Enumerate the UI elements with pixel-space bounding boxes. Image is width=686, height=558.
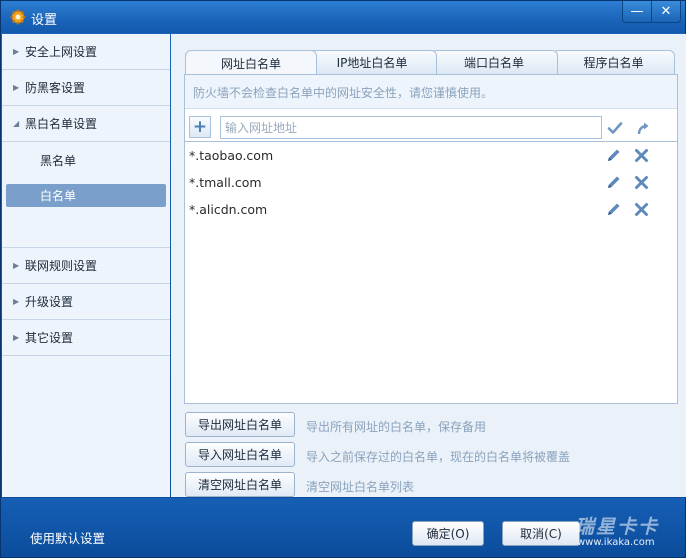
clear-whitelist-button[interactable]: 清空网址白名单 <box>185 472 295 497</box>
url-input[interactable] <box>220 116 602 139</box>
window-title: 设置 <box>31 13 58 28</box>
sidebar-item-other[interactable]: ▶ 其它设置 <box>2 320 170 356</box>
action-description: 导出所有网址的白名单，保存备用 <box>306 420 487 434</box>
tab-port-whitelist[interactable]: 端口白名单 <box>430 50 558 74</box>
tab-program-whitelist[interactable]: 程序白名单 <box>552 50 675 74</box>
close-button[interactable]: ✕ <box>651 1 681 23</box>
settings-window: 设置 — ✕ ▶ 安全上网设置 ▶ 防黑客设置 ◢ 黑白名单设置 黑名单 白名单… <box>0 0 686 558</box>
sidebar: ▶ 安全上网设置 ▶ 防黑客设置 ◢ 黑白名单设置 黑名单 白名单 ▶ 联网规则… <box>2 34 170 497</box>
ok-button[interactable]: 确定(O) <box>412 521 484 546</box>
export-whitelist-button[interactable]: 导出网址白名单 <box>185 412 295 437</box>
sidebar-item-anti-hacker[interactable]: ▶ 防黑客设置 <box>2 70 170 106</box>
url-entry: *.taobao.com <box>189 148 274 163</box>
url-entry: *.alicdn.com <box>189 202 268 217</box>
sidebar-item-label: 联网规则设置 <box>25 259 98 273</box>
whitelist-panel: 防火墙不会检查白名单中的网址安全性，请您谨慎使用。 + *.taobao.com <box>184 74 678 404</box>
action-description: 导入之前保存过的白名单，现在的白名单将被覆盖 <box>306 450 571 464</box>
tab-url-whitelist[interactable]: 网址白名单 <box>185 50 317 75</box>
sidebar-item-black-white-list[interactable]: ◢ 黑白名单设置 <box>2 106 170 142</box>
expand-arrow-icon: ▶ <box>13 83 20 92</box>
edit-pencil-icon[interactable] <box>605 201 622 218</box>
sidebar-subitem-blacklist[interactable]: 黑名单 <box>2 142 170 178</box>
expand-arrow-icon: ▶ <box>13 333 20 342</box>
edit-pencil-icon[interactable] <box>605 174 622 191</box>
watermark-logo: 瑞星卡卡 www.ikaka.com <box>569 512 679 552</box>
footer-bar: 使用默认设置 确定(O) 取消(C) 瑞星卡卡 www.ikaka.com <box>1 498 685 557</box>
url-entry: *.tmall.com <box>189 175 262 190</box>
sidebar-subitem-whitelist[interactable]: 白名单 <box>6 184 166 207</box>
expand-arrow-icon: ▶ <box>13 297 20 306</box>
sidebar-item-upgrade[interactable]: ▶ 升级设置 <box>2 284 170 320</box>
settings-gear-icon <box>10 9 26 25</box>
undo-arrow-icon[interactable] <box>634 119 652 137</box>
minimize-button[interactable]: — <box>622 1 652 23</box>
sidebar-item-label: 升级设置 <box>25 295 74 309</box>
import-whitelist-button[interactable]: 导入网址白名单 <box>185 442 295 467</box>
collapse-arrow-icon: ◢ <box>13 119 20 128</box>
sidebar-item-label: 黑白名单设置 <box>25 117 98 131</box>
delete-x-icon[interactable] <box>633 147 650 164</box>
expand-arrow-icon: ▶ <box>13 47 20 56</box>
watermark-text: 瑞星卡卡 <box>575 516 660 538</box>
warning-notice: 防火墙不会检查白名单中的网址安全性，请您谨慎使用。 <box>185 75 677 109</box>
sidebar-item-safe-browsing[interactable]: ▶ 安全上网设置 <box>2 34 170 70</box>
list-item[interactable]: *.alicdn.com <box>185 196 677 223</box>
add-url-bar: + <box>185 115 677 141</box>
list-item[interactable]: *.taobao.com <box>185 142 677 169</box>
list-item[interactable]: *.tmall.com <box>185 169 677 196</box>
tab-ip-whitelist[interactable]: IP地址白名单 <box>307 50 437 74</box>
watermark-url: www.ikaka.com <box>577 537 655 548</box>
title-bar[interactable]: 设置 — ✕ <box>1 1 685 33</box>
add-button[interactable]: + <box>189 116 211 138</box>
sidebar-item-label: 其它设置 <box>25 331 74 345</box>
use-default-settings-link[interactable]: 使用默认设置 <box>30 528 105 547</box>
content-panel: 程序白名单 端口白名单 IP地址白名单 网址白名单 防火墙不会检查白名单中的网址… <box>171 34 686 497</box>
delete-x-icon[interactable] <box>633 201 650 218</box>
sidebar-item-network-rules[interactable]: ▶ 联网规则设置 <box>2 248 170 284</box>
action-description: 清空网址白名单列表 <box>306 480 415 494</box>
sidebar-item-label: 安全上网设置 <box>25 45 98 59</box>
expand-arrow-icon: ▶ <box>13 261 20 270</box>
checkmark-icon[interactable] <box>606 119 624 137</box>
sidebar-item-label: 防黑客设置 <box>25 81 86 95</box>
edit-pencil-icon[interactable] <box>605 147 622 164</box>
sidebar-spacer <box>2 214 170 248</box>
tab-bar: 程序白名单 端口白名单 IP地址白名单 网址白名单 <box>185 50 675 75</box>
url-list: *.taobao.com *.tmall.com *.alicdn.com <box>185 141 677 403</box>
delete-x-icon[interactable] <box>633 174 650 191</box>
